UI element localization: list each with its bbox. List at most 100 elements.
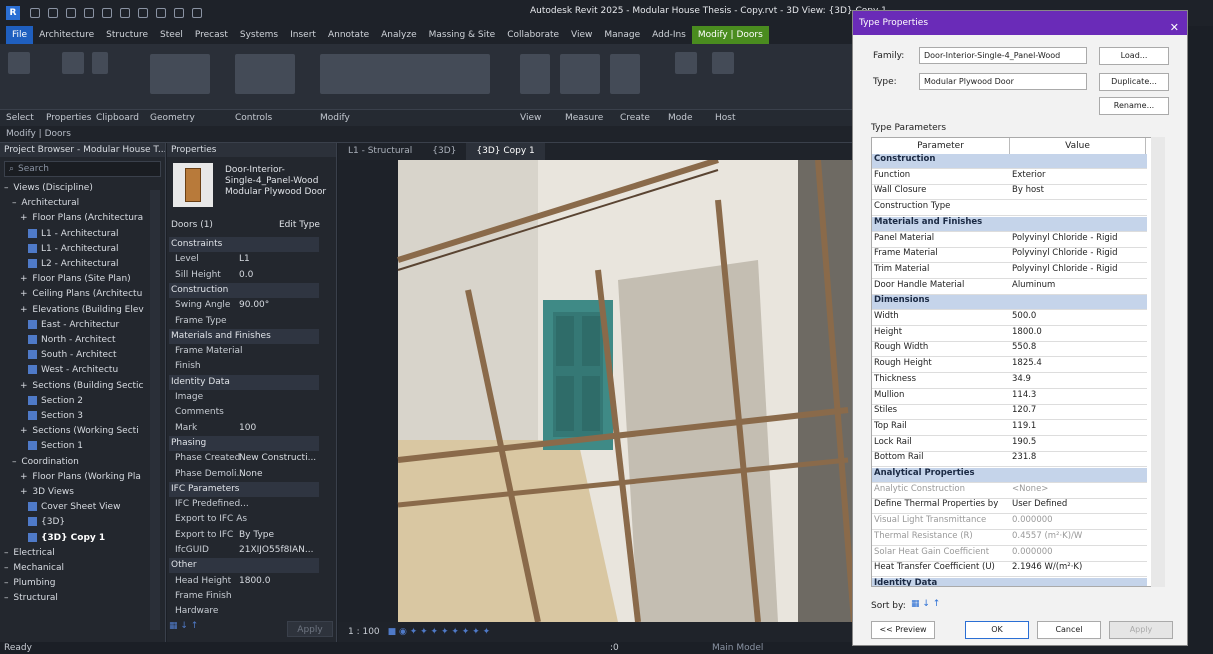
expand-icon[interactable]: – (4, 548, 11, 558)
expand-icon[interactable]: – (4, 183, 11, 193)
revit-logo-icon[interactable]: R (6, 6, 20, 20)
parameter-row[interactable]: Width 500.0 (872, 311, 1147, 326)
parameter-row[interactable]: Function Exterior (872, 170, 1147, 185)
properties-row[interactable]: Mark 100 (169, 421, 319, 436)
parameter-row[interactable]: Stiles 120.7 (872, 405, 1147, 421)
save-icon[interactable] (48, 8, 58, 18)
load-button[interactable]: Load... (1099, 47, 1169, 65)
browser-item[interactable]: – Views (Discipline) (0, 181, 160, 195)
view-tab[interactable]: {3D} (422, 143, 466, 160)
parameter-row[interactable]: Thermal Resistance (R) 0.4557 (m²·K)/W (872, 531, 1147, 546)
tab-manage[interactable]: Manage (598, 26, 646, 44)
tab-modify-doors[interactable]: Modify | Doors (691, 26, 769, 44)
properties-category[interactable]: Phasing (169, 435, 319, 451)
tab-steel[interactable]: Steel (154, 26, 189, 44)
browser-item[interactable]: {3D} (0, 515, 160, 529)
properties-row[interactable]: Image (169, 390, 319, 405)
edit-type-button[interactable]: Edit Type (279, 220, 320, 230)
ribbon-group-view[interactable]: View (520, 113, 541, 123)
properties-row[interactable]: Phase Demoli...None (169, 467, 319, 482)
parameter-row[interactable]: Rough Width 550.8 (872, 342, 1147, 358)
properties-category[interactable]: IFC Parameters (169, 481, 319, 497)
browser-item[interactable]: Cover Sheet View (0, 500, 160, 514)
print-icon[interactable] (120, 8, 130, 18)
parameter-row[interactable]: Height 1800.0 (872, 327, 1147, 342)
browser-item[interactable]: Section 2 (0, 394, 160, 408)
expand-icon[interactable]: + (20, 289, 30, 299)
sort-icons[interactable]: ▦ ↓ ↑ (169, 621, 198, 631)
tab-view[interactable]: View (565, 26, 598, 44)
parameter-row[interactable]: Lock Rail 190.5 (872, 437, 1147, 452)
duplicate-button[interactable]: Duplicate... (1099, 73, 1169, 91)
sync-icon[interactable] (66, 8, 76, 18)
expand-icon[interactable]: + (20, 426, 30, 436)
expand-icon[interactable]: – (12, 198, 19, 208)
measure-tools-icon[interactable] (560, 54, 600, 94)
ribbon-group-create[interactable]: Create (620, 113, 650, 123)
ribbon-group-geometry[interactable]: Geometry (150, 113, 195, 123)
parameter-row[interactable]: Heat Transfer Coefficient (U) 2.1946 W/(m… (872, 562, 1147, 578)
project-browser-scrollbar[interactable] (150, 190, 160, 630)
modify-tools-icon[interactable] (320, 54, 490, 94)
3d-viewport[interactable] (338, 160, 854, 622)
browser-item[interactable]: – Coordination (0, 455, 160, 469)
instance-selector[interactable]: Doors (1) Edit Type (169, 217, 335, 233)
redo-icon[interactable] (102, 8, 112, 18)
parameter-group[interactable]: Dimensions (872, 295, 1147, 311)
parameter-group[interactable]: Materials and Finishes (872, 216, 1147, 232)
browser-item[interactable]: + Floor Plans (Site Plan) (0, 272, 160, 286)
ribbon-group-mode[interactable]: Mode (668, 113, 693, 123)
tab-precast[interactable]: Precast (189, 26, 234, 44)
project-browser-search[interactable]: ⌕ Search (4, 161, 161, 177)
browser-item[interactable]: + 3D Views (0, 485, 160, 499)
parameter-group[interactable]: Construction (872, 154, 1147, 169)
properties-row[interactable]: Sill Height 0.0 (169, 268, 319, 283)
browser-item[interactable]: – Structural (0, 591, 160, 605)
view-controls-icons[interactable]: ■ ◉ ✦ ✦ ✦ ✦ ✦ ✦ ✦ ✦ (388, 627, 490, 637)
parameter-group[interactable]: Identity Data (872, 577, 1147, 586)
open-icon[interactable] (30, 8, 40, 18)
properties-category[interactable]: Construction (169, 282, 319, 298)
close-icon[interactable]: ✕ (1170, 16, 1179, 40)
expand-icon[interactable]: + (20, 487, 30, 497)
properties-row[interactable]: IfcGUID 21XIJO55f8IAN... (169, 543, 319, 558)
tab-massing-site[interactable]: Massing & Site (423, 26, 502, 44)
browser-item[interactable]: North - Architect (0, 333, 160, 347)
tab-file[interactable]: File (6, 26, 34, 44)
controls-tools-icon[interactable] (235, 54, 295, 94)
dialog-scrollbar[interactable] (1151, 137, 1165, 587)
properties-row[interactable]: Export to IFC By Type (169, 528, 319, 543)
browser-item[interactable]: South - Architect (0, 348, 160, 362)
parameter-row[interactable]: Thickness 34.9 (872, 374, 1147, 389)
geometry-tools-icon[interactable] (150, 54, 210, 94)
close-hidden-icon[interactable] (192, 8, 202, 18)
browser-item[interactable]: Section 1 (0, 439, 160, 453)
apply-button[interactable]: Apply (1109, 621, 1173, 639)
properties-row[interactable]: Hardware (169, 604, 319, 619)
browser-item[interactable]: L1 - Architectural (0, 227, 160, 241)
parameter-row[interactable]: Panel Material Polyvinyl Chloride - Rigid (872, 233, 1147, 248)
properties-row[interactable]: Export to IFC As (169, 512, 319, 527)
ribbon-group-host[interactable]: Host (715, 113, 736, 123)
ribbon-group-properties[interactable]: Properties (46, 113, 91, 123)
browser-item[interactable]: – Architectural (0, 196, 160, 210)
parameter-group[interactable]: Analytical Properties (872, 468, 1147, 483)
edit-family-icon[interactable] (675, 52, 697, 74)
browser-item[interactable]: + Floor Plans (Working Pla (0, 470, 160, 484)
properties-row[interactable]: Frame Type (169, 314, 319, 329)
parameter-row[interactable]: Define Thermal Properties by User Defined (872, 499, 1147, 515)
browser-item[interactable]: – Electrical (0, 546, 160, 560)
ribbon-group-controls[interactable]: Controls (235, 113, 272, 123)
properties-category[interactable]: Materials and Finishes (169, 328, 319, 344)
browser-item[interactable]: + Sections (Working Secti (0, 424, 160, 438)
ribbon-group-clipboard[interactable]: Clipboard (96, 113, 139, 123)
browser-item[interactable]: L1 - Architectural (0, 242, 160, 256)
browser-item[interactable]: – Mechanical (0, 561, 160, 575)
tab-add-ins[interactable]: Add-Ins (646, 26, 692, 44)
parameter-row[interactable]: Construction Type (872, 201, 1147, 217)
expand-icon[interactable]: + (20, 305, 30, 315)
browser-item[interactable]: East - Architectur (0, 318, 160, 332)
browser-item[interactable]: Section 3 (0, 409, 160, 423)
expand-icon[interactable]: + (20, 472, 30, 482)
expand-icon[interactable]: – (4, 578, 11, 588)
